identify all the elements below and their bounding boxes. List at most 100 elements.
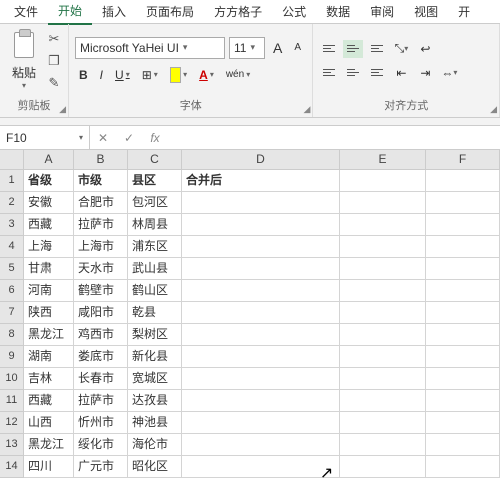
cell-F14[interactable]: [426, 456, 500, 478]
cell-C2[interactable]: 包河区: [128, 192, 182, 214]
cell-A7[interactable]: 陕西: [24, 302, 74, 324]
cell-C4[interactable]: 浦东区: [128, 236, 182, 258]
merge-center-icon[interactable]: ⇔▾: [439, 64, 459, 82]
cell-B7[interactable]: 咸阳市: [74, 302, 128, 324]
row-head-8[interactable]: 8: [0, 324, 24, 346]
cell-E13[interactable]: [340, 434, 426, 456]
enter-formula-icon[interactable]: ✓: [116, 131, 142, 145]
cell-B6[interactable]: 鹤壁市: [74, 280, 128, 302]
row-head-10[interactable]: 10: [0, 368, 24, 390]
cell-F3[interactable]: [426, 214, 500, 236]
cell-E6[interactable]: [340, 280, 426, 302]
tab-插入[interactable]: 插入: [92, 0, 136, 24]
row-head-12[interactable]: 12: [0, 412, 24, 434]
align-middle-icon[interactable]: [343, 40, 363, 58]
align-right-icon[interactable]: [367, 64, 387, 82]
cell-B8[interactable]: 鸡西市: [74, 324, 128, 346]
col-head-D[interactable]: D: [182, 150, 340, 170]
cell-B13[interactable]: 绥化市: [74, 434, 128, 456]
cell-F2[interactable]: [426, 192, 500, 214]
cell-C7[interactable]: 乾县: [128, 302, 182, 324]
font-size-combo[interactable]: 11 ▾: [229, 37, 265, 59]
cell-C9[interactable]: 新化县: [128, 346, 182, 368]
cell-F11[interactable]: [426, 390, 500, 412]
cell-D13[interactable]: [182, 434, 340, 456]
row-head-3[interactable]: 3: [0, 214, 24, 236]
name-box[interactable]: F10 ▾: [0, 126, 90, 149]
align-launcher-icon[interactable]: ◢: [490, 104, 497, 115]
cell-E10[interactable]: [340, 368, 426, 390]
cell-B11[interactable]: 拉萨市: [74, 390, 128, 412]
cell-C14[interactable]: 昭化区: [128, 456, 182, 478]
col-head-F[interactable]: F: [426, 150, 500, 170]
cell-D1[interactable]: 合并后: [182, 170, 340, 192]
col-head-A[interactable]: A: [24, 150, 74, 170]
fill-color-button[interactable]: ▾: [166, 65, 191, 85]
cell-B14[interactable]: 广元市: [74, 456, 128, 478]
font-color-button[interactable]: A▾: [195, 66, 218, 84]
cell-D11[interactable]: [182, 390, 340, 412]
row-head-11[interactable]: 11: [0, 390, 24, 412]
cell-D12[interactable]: [182, 412, 340, 434]
select-all-corner[interactable]: [0, 150, 24, 170]
cell-B2[interactable]: 合肥市: [74, 192, 128, 214]
align-center-icon[interactable]: [343, 64, 363, 82]
cell-B5[interactable]: 天水市: [74, 258, 128, 280]
col-head-E[interactable]: E: [340, 150, 426, 170]
align-bottom-icon[interactable]: [367, 40, 387, 58]
paste-dropdown-icon[interactable]: ▾: [22, 81, 26, 90]
tab-公式[interactable]: 公式: [272, 0, 316, 24]
cell-D3[interactable]: [182, 214, 340, 236]
cell-E3[interactable]: [340, 214, 426, 236]
bold-button[interactable]: B: [75, 66, 92, 84]
cell-E4[interactable]: [340, 236, 426, 258]
tab-开[interactable]: 开: [448, 0, 480, 24]
cell-E2[interactable]: [340, 192, 426, 214]
phonetic-button[interactable]: wén▾: [222, 67, 254, 82]
cell-F7[interactable]: [426, 302, 500, 324]
tab-方方格子[interactable]: 方方格子: [204, 0, 272, 24]
cell-E14[interactable]: [340, 456, 426, 478]
cell-C13[interactable]: 海伦市: [128, 434, 182, 456]
cell-F12[interactable]: [426, 412, 500, 434]
cell-F13[interactable]: [426, 434, 500, 456]
tab-视图[interactable]: 视图: [404, 0, 448, 24]
row-head-4[interactable]: 4: [0, 236, 24, 258]
row-head-6[interactable]: 6: [0, 280, 24, 302]
cut-icon[interactable]: ✂: [46, 31, 62, 47]
cell-E8[interactable]: [340, 324, 426, 346]
underline-button[interactable]: U▾: [111, 66, 134, 84]
cell-A8[interactable]: 黑龙江: [24, 324, 74, 346]
formula-input[interactable]: [168, 126, 500, 149]
row-head-5[interactable]: 5: [0, 258, 24, 280]
cell-E11[interactable]: [340, 390, 426, 412]
orientation-icon[interactable]: ⤡▾: [391, 40, 411, 58]
fx-icon[interactable]: fx: [142, 131, 168, 145]
increase-indent-icon[interactable]: ⇥: [415, 64, 435, 82]
cell-C8[interactable]: 梨树区: [128, 324, 182, 346]
cell-A3[interactable]: 西藏: [24, 214, 74, 236]
cell-F4[interactable]: [426, 236, 500, 258]
cell-D5[interactable]: [182, 258, 340, 280]
cell-D7[interactable]: [182, 302, 340, 324]
paste-button[interactable]: 粘贴 ▾: [6, 32, 42, 90]
cell-F8[interactable]: [426, 324, 500, 346]
decrease-font-icon[interactable]: A: [290, 40, 305, 55]
cell-B1[interactable]: 市级: [74, 170, 128, 192]
cell-F6[interactable]: [426, 280, 500, 302]
tab-页面布局[interactable]: 页面布局: [136, 0, 204, 24]
cell-B10[interactable]: 长春市: [74, 368, 128, 390]
decrease-indent-icon[interactable]: ⇤: [391, 64, 411, 82]
row-head-14[interactable]: 14: [0, 456, 24, 478]
format-painter-icon[interactable]: ✎: [46, 75, 62, 91]
cell-D6[interactable]: [182, 280, 340, 302]
col-head-C[interactable]: C: [128, 150, 182, 170]
row-head-2[interactable]: 2: [0, 192, 24, 214]
cell-C1[interactable]: 县区: [128, 170, 182, 192]
cell-A1[interactable]: 省级: [24, 170, 74, 192]
increase-font-icon[interactable]: A: [269, 38, 286, 58]
cell-D10[interactable]: [182, 368, 340, 390]
cell-D4[interactable]: [182, 236, 340, 258]
align-top-icon[interactable]: [319, 40, 339, 58]
cell-B3[interactable]: 拉萨市: [74, 214, 128, 236]
